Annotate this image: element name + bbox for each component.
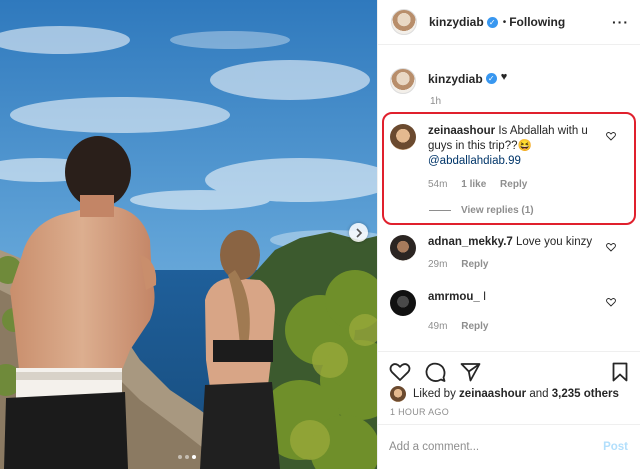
more-icon[interactable]: ··· (612, 14, 629, 30)
share-icon[interactable] (460, 362, 481, 382)
avatar[interactable] (390, 290, 416, 316)
following-button[interactable]: Following (509, 15, 565, 29)
bookmark-icon[interactable] (612, 362, 628, 382)
post-button[interactable]: Post (603, 441, 628, 453)
carousel-dots (178, 455, 196, 459)
caption-username[interactable]: kinzydiab (428, 72, 483, 86)
chevron-right-icon (355, 227, 362, 238)
divider-line (429, 210, 451, 211)
reply-button[interactable]: Reply (500, 179, 527, 190)
comment-time[interactable]: 29m (428, 259, 447, 270)
view-replies-button[interactable]: View replies (1) (429, 205, 534, 216)
heart-icon[interactable] (606, 297, 616, 307)
liked-by: Liked by zeinaashour and 3,235 others (390, 386, 619, 402)
post-timestamp[interactable]: 1 HOUR AGO (390, 407, 449, 417)
heart-icon[interactable] (389, 362, 411, 382)
reply-button[interactable]: Reply (461, 321, 488, 332)
comment-time[interactable]: 49m (428, 321, 447, 332)
verified-icon: ✓ (486, 16, 498, 28)
comment-time[interactable]: 54m (428, 179, 447, 190)
carousel-dot (192, 455, 196, 459)
add-comment-bar: Post (377, 424, 640, 469)
reply-button[interactable]: Reply (461, 259, 488, 270)
comment-username[interactable]: adnan_mekky.7 (428, 236, 513, 248)
carousel-dot (178, 455, 182, 459)
comment-username[interactable]: amrmou_ (428, 291, 480, 303)
avatar[interactable] (390, 124, 416, 150)
comment-likes[interactable]: 1 like (461, 179, 486, 190)
comment-input[interactable] (389, 441, 604, 453)
post-photo[interactable] (0, 0, 377, 469)
liked-by-user[interactable]: zeinaashour (459, 388, 526, 400)
comment-icon[interactable] (425, 362, 446, 383)
avatar[interactable] (391, 9, 417, 35)
heart-icon[interactable] (606, 242, 616, 252)
comment-text: Love you kinzy (516, 236, 593, 248)
comment: adnan_mekky.7 Love you kinzy 29m Reply (390, 235, 630, 272)
next-photo-button[interactable] (349, 223, 368, 242)
comment: zeinaashour Is Abdallah with u guys in t… (390, 124, 630, 192)
comment: amrmou_ I 49m Reply (390, 290, 630, 334)
post-header: kinzydiab ✓ • Following ··· (378, 0, 640, 45)
avatar[interactable] (390, 386, 406, 402)
heart-icon[interactable] (606, 131, 616, 141)
carousel-dot (185, 455, 189, 459)
caption-time[interactable]: 1h (430, 96, 441, 107)
verified-icon: ✓ (485, 73, 497, 84)
avatar[interactable] (390, 68, 416, 94)
comment-text: I (482, 291, 487, 303)
comment-username[interactable]: zeinaashour (428, 125, 495, 137)
photo-image (0, 0, 377, 469)
view-replies-label[interactable]: View replies (1) (461, 205, 534, 216)
liked-by-count[interactable]: 3,235 others (552, 388, 619, 400)
avatar[interactable] (390, 235, 416, 261)
liked-by-prefix: Liked by (413, 388, 456, 400)
mention-link[interactable]: @abdallahdiab.99 (428, 155, 521, 167)
author-username[interactable]: kinzydiab (429, 15, 484, 29)
caption-text: ♥ (500, 71, 508, 83)
caption: kinzydiab ✓ ♥ (390, 68, 507, 94)
liked-by-and: and (529, 388, 549, 400)
separator-dot: • (502, 16, 507, 28)
post-actions (377, 351, 640, 386)
